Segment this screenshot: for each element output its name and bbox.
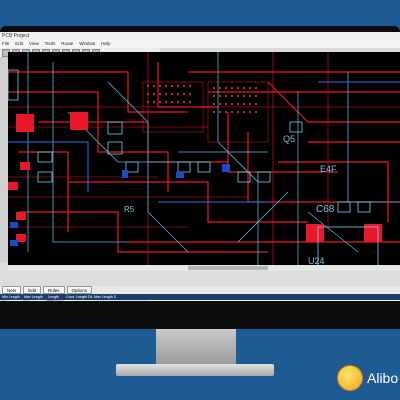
pcb-canvas[interactable]: C68 E4F U24 R5 Q5 (8, 52, 400, 265)
brand-logo: Alibo (337, 365, 400, 395)
horizontal-scrollbar[interactable] (8, 265, 400, 271)
tab-nets[interactable]: Nets (2, 286, 22, 294)
label-c68: C68 (316, 204, 335, 215)
tab-options[interactable]: Options (66, 286, 93, 294)
label-q5: Q5 (283, 134, 295, 144)
logo-text: Alibo (367, 370, 399, 386)
monitor: PCB Project File Edit View Tools Route W… (0, 26, 400, 329)
tab-rules[interactable]: Rules (43, 286, 65, 294)
menu-file[interactable]: File (2, 40, 9, 48)
menu-view[interactable]: View (29, 40, 39, 48)
menu-help[interactable]: Help (101, 40, 110, 48)
menu-window[interactable]: Window (79, 40, 95, 48)
pcb-layout: C68 E4F U24 R5 Q5 (8, 52, 400, 265)
label-e4f: E4F (320, 164, 337, 174)
menu-tools[interactable]: Tools (45, 40, 56, 48)
tab-edit[interactable]: Edit (23, 286, 42, 294)
window-title: PCB Project (0, 32, 400, 40)
bottom-tabs: Nets Edit Rules Options (0, 286, 400, 294)
label-u24: U24 (308, 256, 325, 265)
screen: PCB Project File Edit View Tools Route W… (0, 32, 400, 325)
scroll-thumb[interactable] (188, 266, 268, 270)
monitor-stand-neck (156, 329, 236, 365)
menu-route[interactable]: Route (61, 40, 73, 48)
menu-bar: File Edit View Tools Route Window Help (0, 40, 400, 48)
label-r5: R5 (124, 205, 135, 214)
smiley-icon (337, 365, 363, 391)
menu-edit[interactable]: Edit (15, 40, 23, 48)
monitor-stand-base (116, 364, 274, 376)
monitor-bezel (0, 301, 400, 329)
tool-panel[interactable] (0, 57, 8, 262)
